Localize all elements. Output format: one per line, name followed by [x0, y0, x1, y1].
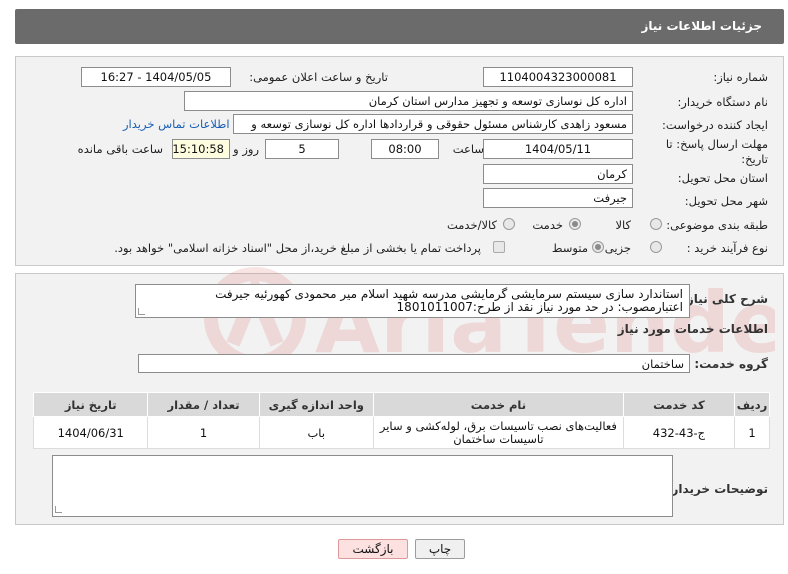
category-option-service: خدمت [532, 218, 563, 232]
col-date: تاریخ نیاز [32, 392, 149, 417]
category-radio-goods-service[interactable] [503, 218, 515, 230]
print-button[interactable]: چاپ [415, 539, 465, 559]
buyer-notes-label: توضیحات خریدار: [666, 482, 768, 496]
col-index: ردیف [733, 392, 771, 417]
days-field: 5 [265, 139, 339, 159]
process-radio-medium[interactable] [592, 241, 604, 253]
table-row: 1 ج-43-432 فعالیت‌های نصب تاسیسات برق، ل… [32, 416, 771, 449]
buyer-org-label: نام دستگاه خریدار: [677, 95, 768, 109]
col-code: کد خدمت [622, 392, 735, 417]
need-number-field: 1104004323000081 [483, 67, 633, 87]
treasury-payment-checkbox[interactable] [493, 241, 505, 253]
creator-field: مسعود زاهدی کارشناس مسئول حقوقی و قراردا… [233, 114, 633, 134]
description-line-2: اعتبارمصوب: در حد مورد نیاز نقد از طرح:1… [396, 300, 683, 314]
buyer-notes-textarea[interactable] [52, 455, 673, 517]
category-radio-goods[interactable] [650, 218, 662, 230]
province-field: کرمان [483, 164, 633, 184]
deadline-date-label: تاریخ: [741, 152, 768, 166]
services-section-title: اطلاعات خدمات مورد نیاز [617, 322, 768, 336]
buyer-org-field: اداره کل نوسازی توسعه و تجهیز مدارس استا… [184, 91, 633, 111]
process-option-medium: متوسط [551, 241, 588, 255]
process-label: نوع فرآیند خرید : [686, 241, 768, 255]
city-label: شهر محل تحویل: [684, 194, 768, 208]
cell-unit: باب [258, 416, 374, 449]
table-header-row: ردیف کد خدمت نام خدمت واحد اندازه گیری ت… [32, 392, 771, 417]
category-radio-service[interactable] [569, 218, 581, 230]
deadline-label: مهلت ارسال پاسخ: تا [665, 137, 768, 151]
col-name: نام خدمت [372, 392, 624, 417]
notes-resize-grip-icon[interactable] [55, 506, 62, 513]
province-label: استان محل تحویل: [677, 171, 768, 185]
remaining-time-label: ساعت باقی مانده [77, 142, 163, 156]
need-number-label: شماره نیاز: [713, 70, 768, 84]
buyer-contact-link[interactable]: اطلاعات تماس خریدار [123, 117, 230, 131]
city-field: جیرفت [483, 188, 633, 208]
creator-label: ایجاد کننده درخواست: [662, 118, 768, 132]
back-button[interactable]: بازگشت [338, 539, 408, 559]
page-header: جزئیات اطلاعات نیاز [15, 9, 784, 44]
resize-grip-icon[interactable] [138, 308, 145, 315]
treasury-payment-note: پرداخت تمام یا بخشی از مبلغ خرید،از محل … [114, 241, 481, 255]
remaining-time-field: 15:10:58 [172, 139, 230, 159]
service-group-field: ساختمان [138, 354, 690, 373]
description-label: شرح کلی نیاز: [682, 292, 768, 306]
process-option-minor: جزیی [604, 241, 631, 255]
services-table: ردیف کد خدمت نام خدمت واحد اندازه گیری ت… [32, 392, 771, 449]
days-label: روز و [233, 142, 259, 156]
cell-qty: 1 [147, 416, 260, 449]
deadline-time-label: ساعت [452, 142, 484, 156]
deadline-time-field: 08:00 [371, 139, 439, 159]
deadline-date-field: 1404/05/11 [483, 139, 633, 159]
process-radio-minor[interactable] [650, 241, 662, 253]
announce-date-field: 1404/05/05 - 16:27 [81, 67, 231, 87]
category-option-goods: کالا [615, 218, 631, 232]
cell-date: 1404/06/31 [32, 416, 149, 449]
page-title: جزئیات اطلاعات نیاز [641, 19, 762, 33]
category-label: طبقه بندی موضوعی: [666, 218, 768, 232]
category-option-goods-service: کالا/خدمت [446, 218, 497, 232]
col-unit: واحد اندازه گیری [258, 392, 374, 417]
announce-date-label: تاریخ و ساعت اعلان عمومی: [249, 70, 388, 84]
need-details-panel [15, 56, 784, 266]
cell-index: 1 [733, 416, 771, 449]
service-group-label: گروه خدمت: [694, 357, 768, 371]
cell-code: ج-43-432 [622, 416, 735, 449]
col-qty: تعداد / مقدار [147, 392, 260, 417]
cell-name: فعالیت‌های نصب تاسیسات برق، لوله‌کشی و س… [372, 416, 624, 449]
description-textarea[interactable]: استاندارد سازی سیستم سرمایشی گرمایشی مدر… [135, 284, 690, 318]
